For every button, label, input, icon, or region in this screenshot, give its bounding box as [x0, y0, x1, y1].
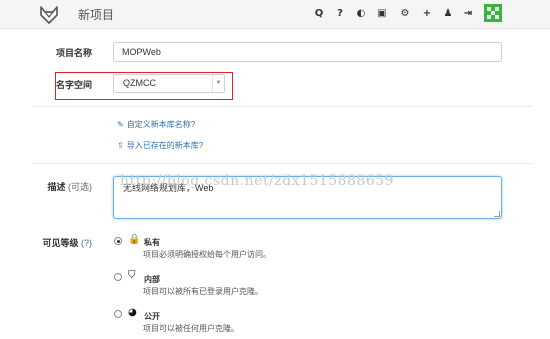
plus-icon[interactable]: + [421, 7, 433, 21]
visibility-radio-private[interactable] [114, 237, 122, 245]
divider [32, 106, 532, 107]
customize-repo-name-text: 自定义新本库名称? [126, 120, 196, 129]
import-repo-link[interactable]: ⇪ 导入已存在的新本库? [117, 140, 203, 151]
chevron-down-icon[interactable]: ▼ [212, 75, 224, 92]
gitlab-fox-logo-icon[interactable] [38, 3, 60, 25]
avatar-pixel [495, 7, 499, 11]
upload-icon: ⇪ [117, 141, 124, 150]
signout-icon[interactable]: ⇥ [462, 7, 474, 21]
namespace-label: 名字空间 [55, 80, 92, 90]
visibility-title-private: 私有 [144, 238, 160, 247]
top-navbar: 新项目 Q ? ◐ ▣ ⚙ + ♟ ⇥ [0, 0, 550, 29]
description-label: 描述 (可选) [32, 180, 92, 193]
globe-icon: ◕ [128, 307, 137, 318]
explore-icon[interactable]: ◐ [355, 7, 367, 21]
optional-hint: (可选) [68, 182, 92, 192]
visibility-title-internal: 内部 [144, 275, 160, 284]
user-icon[interactable]: ♟ [442, 7, 454, 21]
namespace-select[interactable]: QZMCC ▼ [113, 74, 225, 93]
avatar[interactable] [484, 4, 502, 22]
customize-repo-name-link[interactable]: ✎ 自定义新本库名称? [117, 119, 195, 130]
visibility-desc-private: 项目必须明确授权给每个用户访问。 [143, 250, 271, 259]
visibility-label: 可见等级 (?) [32, 236, 92, 249]
project-name-label: 项目名称 [55, 48, 92, 58]
visibility-title-public: 公开 [144, 312, 160, 321]
resize-handle[interactable] [494, 211, 500, 217]
divider [32, 163, 532, 164]
settings-icon[interactable]: ⚙ [399, 7, 411, 21]
watermark-text: http://blog.csdn.net/zdx1515888659 [120, 173, 395, 189]
visibility-desc-public: 项目可以被任何用户克隆。 [143, 324, 239, 333]
question-icon[interactable]: ? [334, 7, 346, 21]
lock-icon: 🔒 [128, 234, 141, 245]
visibility-radio-public[interactable] [114, 310, 122, 318]
project-name-input[interactable]: MOPWeb [113, 42, 502, 62]
visibility-desc-internal: 项目可以被所有已登录用户克隆。 [143, 287, 263, 296]
shield-icon: ⛉ [128, 270, 136, 281]
namespace-selected-value: QZMCC [123, 78, 156, 88]
visibility-help-link[interactable]: (?) [81, 238, 92, 248]
search-icon[interactable]: Q [313, 7, 325, 21]
import-repo-text: 导入已存在的新本库? [126, 141, 204, 150]
avatar-pixel [495, 15, 499, 19]
copy-icon[interactable]: ▣ [376, 7, 388, 21]
visibility-label-text: 可见等级 [42, 238, 79, 248]
edit-icon: ✎ [117, 120, 124, 129]
avatar-pixel [487, 15, 491, 19]
visibility-radio-internal[interactable] [114, 273, 122, 281]
page-title: 新项目 [78, 8, 115, 22]
description-label-text: 描述 [47, 182, 66, 192]
